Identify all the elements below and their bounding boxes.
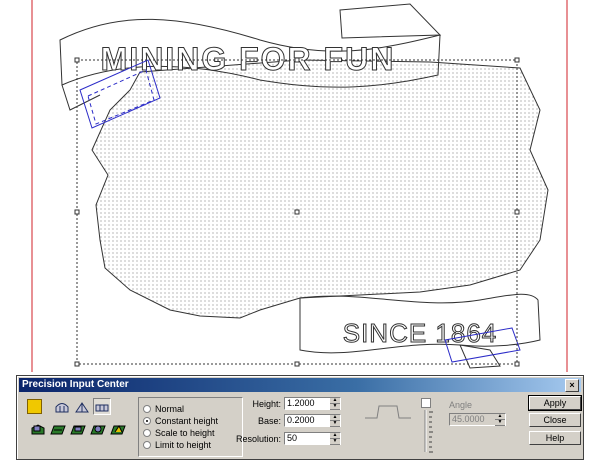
dialog-title: Precision Input Center — [22, 379, 129, 390]
plaque-outline — [91, 59, 549, 319]
height-label: Height: — [252, 399, 281, 409]
relief-4-icon[interactable] — [89, 420, 107, 437]
resolution-label: Resolution: — [235, 434, 281, 444]
radio-constant-height[interactable] — [143, 416, 151, 425]
base-spinner[interactable]: ▲ ▼ — [330, 415, 340, 427]
mode-limit-to-height[interactable]: Limit to height — [143, 439, 211, 450]
banner-bottom-text: SINCE 1864 — [343, 318, 498, 348]
relief-1-icon[interactable] — [29, 420, 47, 437]
mode-constant-height[interactable]: Constant height — [143, 415, 218, 426]
angle-label: Angle — [449, 400, 473, 410]
base-label: Base: — [257, 416, 281, 426]
design-canvas[interactable]: MINING FOR FUN SINCE 1864 — [0, 0, 600, 372]
precision-input-center-dialog: Precision Input Center × Normal Constant… — [16, 375, 584, 460]
color-swatch-icon[interactable] — [25, 398, 43, 415]
profile-preview-icon — [365, 405, 411, 419]
relief-2-icon[interactable] — [49, 420, 67, 437]
resolution-input[interactable]: 50 ▲ ▼ — [284, 432, 341, 445]
relief-3-icon[interactable] — [69, 420, 87, 437]
help-button[interactable]: Help — [529, 431, 581, 445]
close-button[interactable]: Close — [529, 413, 581, 427]
dialog-titlebar[interactable]: Precision Input Center × — [19, 378, 581, 392]
canvas-drawing: MINING FOR FUN SINCE 1864 — [31, 0, 568, 372]
height-spinner[interactable]: ▲ ▼ — [330, 398, 340, 410]
peak-icon[interactable] — [73, 398, 91, 415]
height-input[interactable]: 1.2000 ▲ ▼ — [284, 397, 341, 410]
angle-input[interactable]: 45.0000 ▲ ▼ — [449, 413, 506, 426]
flat-icon[interactable] — [93, 398, 111, 415]
apply-button[interactable]: Apply — [528, 395, 582, 411]
radio-scale-to-height[interactable] — [143, 428, 151, 437]
dome-icon[interactable] — [53, 398, 71, 415]
mode-scale-to-height[interactable]: Scale to height — [143, 427, 215, 438]
resolution-spinner[interactable]: ▲ ▼ — [330, 433, 340, 445]
angle-checkbox[interactable] — [421, 398, 431, 408]
banner-top-text: MINING FOR FUN — [101, 41, 396, 77]
angle-slider[interactable] — [421, 408, 439, 454]
mode-normal[interactable]: Normal — [143, 403, 184, 414]
close-icon[interactable]: × — [565, 379, 579, 392]
radio-normal[interactable] — [143, 404, 151, 413]
relief-5-icon[interactable] — [109, 420, 127, 437]
angle-spinner[interactable]: ▲ ▼ — [495, 414, 505, 426]
radio-limit-to-height[interactable] — [143, 440, 151, 449]
height-mode-group: Normal Constant height Scale to height L… — [138, 397, 243, 457]
base-input[interactable]: 0.2000 ▲ ▼ — [284, 414, 341, 427]
